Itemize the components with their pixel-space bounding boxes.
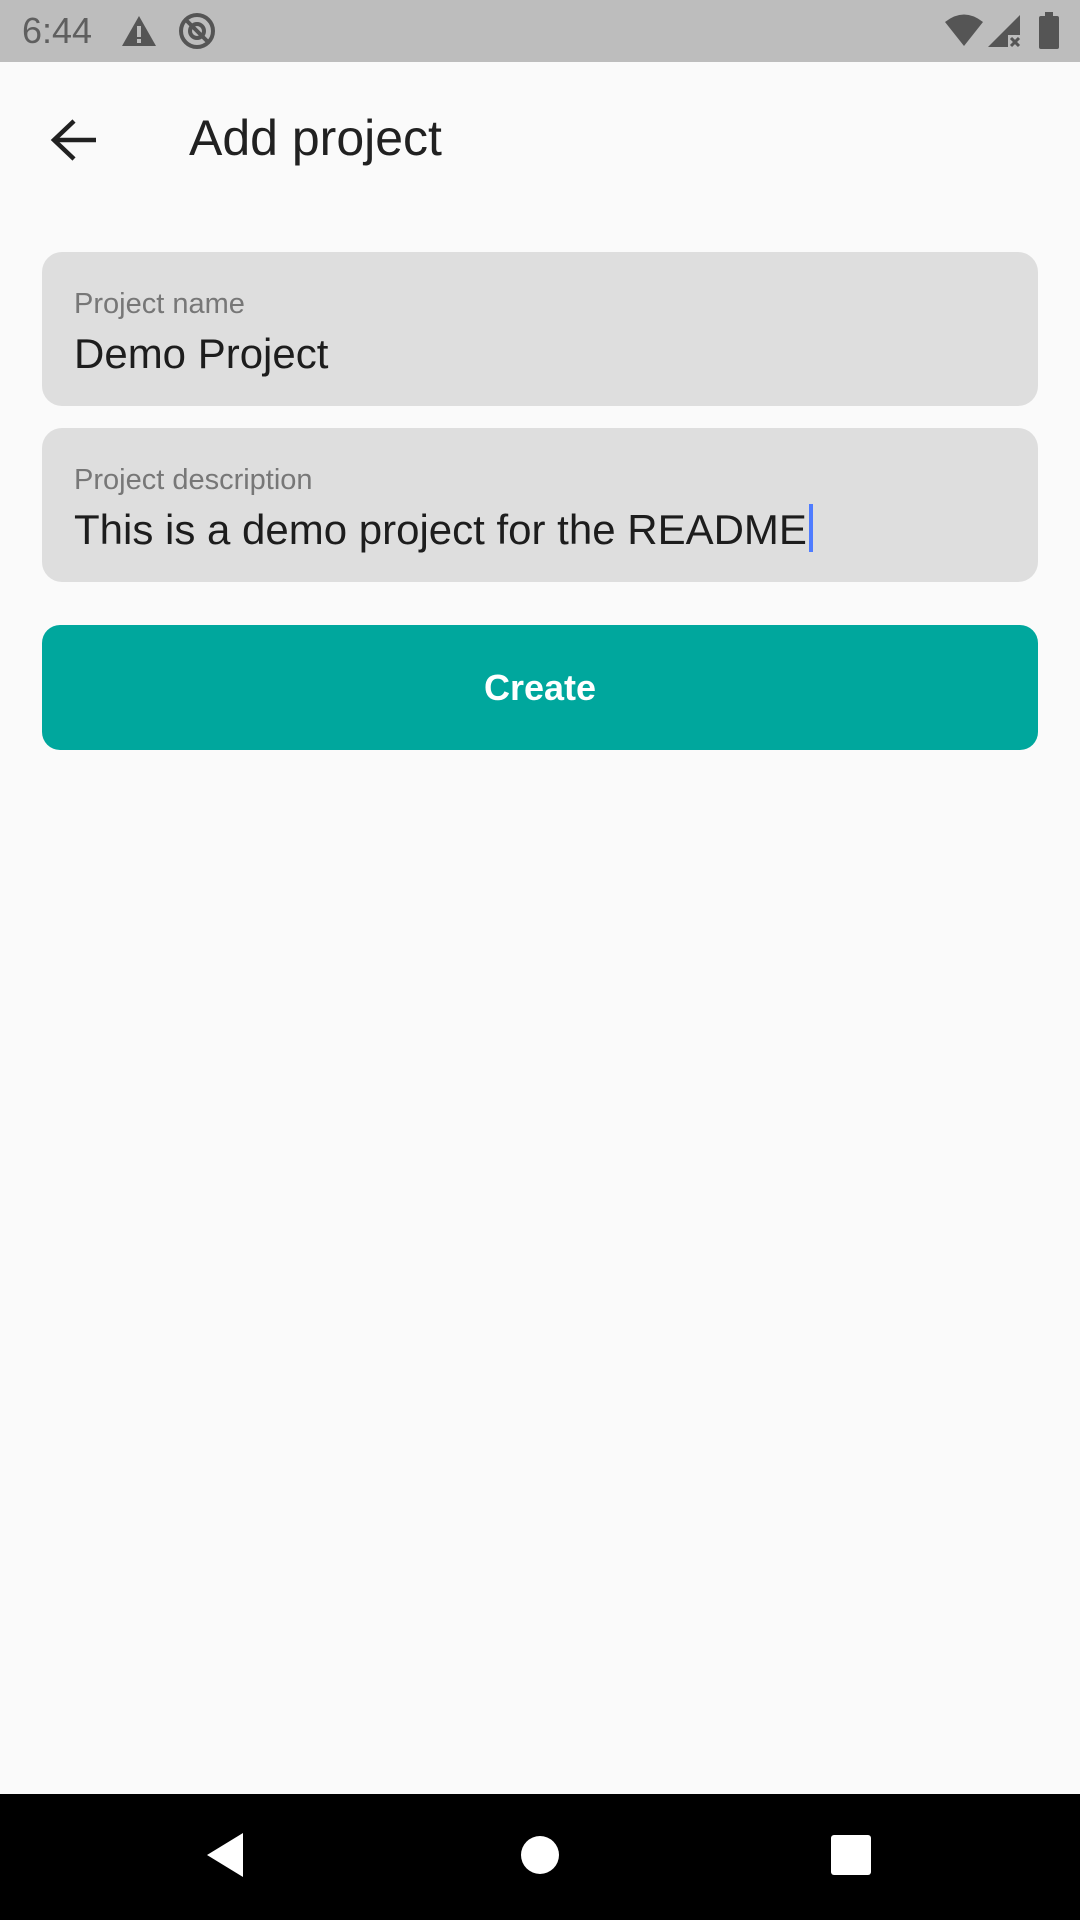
project-description-field[interactable]: Project description This is a demo proje…: [42, 428, 1038, 582]
project-name-field[interactable]: Project name Demo Project: [42, 252, 1038, 406]
wifi-icon: [944, 13, 984, 52]
nav-recents-button[interactable]: [806, 1812, 896, 1902]
home-circle-icon: [519, 1834, 561, 1881]
no-sync-icon: [177, 11, 217, 56]
navigation-bar: [0, 1794, 1080, 1920]
alert-triangle-icon: [120, 14, 158, 53]
nav-home-button[interactable]: [495, 1812, 585, 1902]
back-button[interactable]: [34, 102, 114, 182]
app-bar: Add project: [0, 62, 1080, 212]
arrow-back-icon: [50, 118, 98, 167]
add-project-screen: 6:44 Add project Project name Demo Proje…: [0, 0, 1080, 1920]
project-description-input-line[interactable]: This is a demo project for the README: [74, 504, 813, 556]
signal-no-data-icon: [986, 13, 1022, 54]
project-name-value[interactable]: Demo Project: [74, 328, 328, 380]
recents-square-icon: [830, 1834, 872, 1881]
battery-icon: [1038, 12, 1060, 55]
back-triangle-icon: [203, 1831, 247, 1884]
status-time: 6:44: [22, 10, 93, 51]
status-bar: 6:44: [0, 0, 1080, 62]
create-button[interactable]: Create: [42, 625, 1038, 750]
project-description-label: Project description: [74, 464, 313, 496]
page-title: Add project: [189, 110, 442, 166]
text-caret: [808, 504, 813, 552]
project-description-value: This is a demo project for the README: [74, 506, 807, 553]
project-name-label: Project name: [74, 288, 245, 320]
nav-back-button[interactable]: [180, 1812, 270, 1902]
